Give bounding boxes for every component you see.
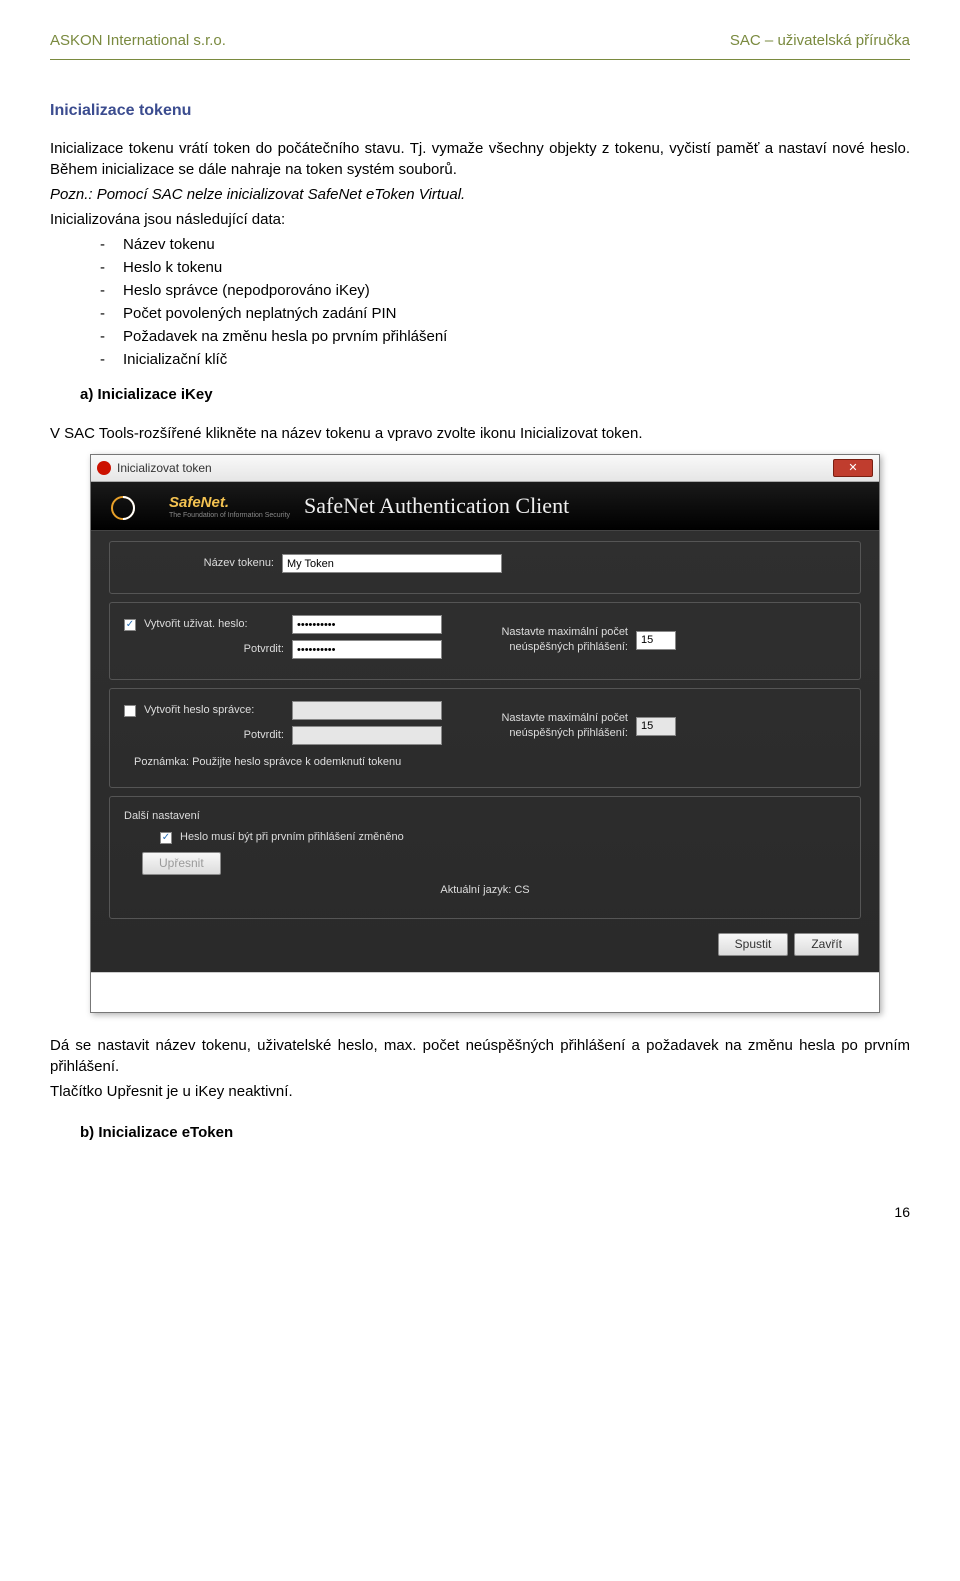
input-max-fail-user[interactable] xyxy=(636,631,676,650)
fieldset-more-settings: Další nastavení Heslo musí být při první… xyxy=(109,796,861,919)
page-number: 16 xyxy=(50,1203,910,1223)
list-item: -Název tokenu xyxy=(100,234,910,255)
para-post-2: Tlačítko Upřesnit je u iKey neaktivní. xyxy=(50,1081,910,1102)
fieldset-user-password: Vytvořit uživat. heslo: Potvrdit: Nastav… xyxy=(109,602,861,680)
checkbox-must-change[interactable] xyxy=(160,832,172,844)
label-max-fail-admin: Nastavte maximální počet neúspěšných při… xyxy=(468,711,628,742)
start-button[interactable]: Spustit xyxy=(718,933,789,956)
input-admin-pwd xyxy=(292,701,442,720)
dialog-title: Inicializovat token xyxy=(117,460,212,477)
header-left: ASKON International s.r.o. xyxy=(50,30,226,51)
brand-name: SafeNet Authentication Client xyxy=(304,491,569,522)
label-more-settings: Další nastavení xyxy=(124,809,846,824)
list-item: -Heslo k tokenu xyxy=(100,257,910,278)
para-intro: Inicializace tokenu vrátí token do počát… xyxy=(50,138,910,180)
label-create-user-pwd: Vytvořit uživat. heslo: xyxy=(144,617,284,632)
detail-button: Upřesnit xyxy=(142,852,221,875)
para-note: Pozn.: Pomocí SAC nelze inicializovat Sa… xyxy=(50,184,910,205)
checkbox-create-admin-pwd[interactable] xyxy=(124,705,136,717)
fieldset-admin-password: Vytvořit heslo správce: Potvrdit: Nastav… xyxy=(109,688,861,787)
label-max-fail-user: Nastavte maximální počet neúspěšných při… xyxy=(468,625,628,656)
para-post-1: Dá se nastavit název tokenu, uživatelské… xyxy=(50,1035,910,1077)
dialog-footer-blank xyxy=(91,972,879,1012)
section-title: Inicializace tokenu xyxy=(50,100,910,122)
close-button[interactable]: ✕ xyxy=(833,459,873,477)
label-token-name: Název tokenu: xyxy=(124,556,274,571)
label-confirm-user: Potvrdit: xyxy=(144,642,284,657)
input-user-pwd[interactable] xyxy=(292,615,442,634)
subsection-b: b) Inicializace eToken xyxy=(80,1122,910,1143)
init-bullet-list: -Název tokenu -Heslo k tokenu -Heslo spr… xyxy=(100,234,910,370)
list-item: -Počet povolených neplatných zadání PIN xyxy=(100,303,910,324)
list-item: -Heslo správce (nepodporováno iKey) xyxy=(100,280,910,301)
dialog-app-icon xyxy=(97,461,111,475)
brand-tagline: The Foundation of Information Security xyxy=(169,511,290,521)
header-rule xyxy=(50,59,910,60)
fieldset-token-name: Název tokenu: xyxy=(109,541,861,594)
input-user-pwd-confirm[interactable] xyxy=(292,640,442,659)
label-current-lang: Aktuální jazyk: CS xyxy=(440,883,529,898)
note-admin-pwd: Poznámka: Použijte heslo správce k odemk… xyxy=(134,755,846,770)
safenet-logo-icon xyxy=(107,490,155,522)
dialog-titlebar: Inicializovat token ✕ xyxy=(91,455,879,482)
dialog-window: Inicializovat token ✕ SafeNet. The Found… xyxy=(90,454,880,1013)
subsection-a: a) Inicializace iKey xyxy=(80,384,910,405)
header-right: SAC – uživatelská příručka xyxy=(730,30,910,51)
label-must-change: Heslo musí být při prvním přihlášení změ… xyxy=(180,830,404,845)
checkbox-create-user-pwd[interactable] xyxy=(124,619,136,631)
list-item: -Požadavek na změnu hesla po prvním přih… xyxy=(100,326,910,347)
label-create-admin-pwd: Vytvořit heslo správce: xyxy=(144,703,284,718)
input-token-name[interactable] xyxy=(282,554,502,573)
para-list-intro: Inicializována jsou následující data: xyxy=(50,209,910,230)
label-confirm-admin: Potvrdit: xyxy=(144,728,284,743)
list-item: -Inicializační klíč xyxy=(100,349,910,370)
brand-bar: SafeNet. The Foundation of Information S… xyxy=(91,482,879,531)
brand-logo-text: SafeNet. xyxy=(169,492,290,513)
close-dialog-button[interactable]: Zavřít xyxy=(794,933,859,956)
para-sac-tools: V SAC Tools-rozšířené klikněte na název … xyxy=(50,423,910,444)
input-max-fail-admin xyxy=(636,717,676,736)
close-icon: ✕ xyxy=(848,463,857,474)
input-admin-pwd-confirm xyxy=(292,726,442,745)
